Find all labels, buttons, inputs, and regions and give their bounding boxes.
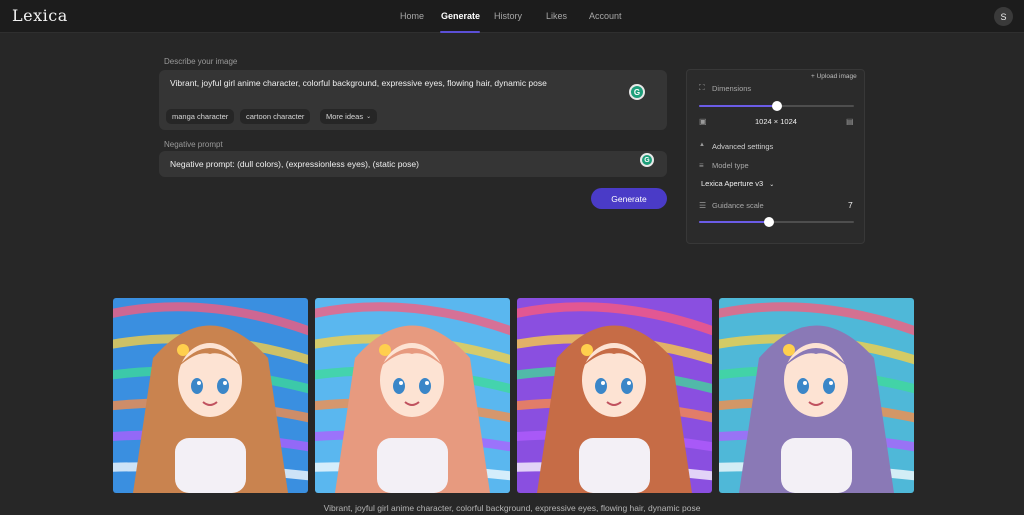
negative-prompt-text[interactable]: Negative prompt: (dull colors), (express… xyxy=(170,159,419,169)
hair-flower xyxy=(379,344,391,356)
hair-flower xyxy=(783,344,795,356)
eye-highlight xyxy=(399,381,403,385)
prompt-text[interactable]: Vibrant, joyful girl anime character, co… xyxy=(170,78,547,88)
eye-highlight xyxy=(601,381,605,385)
result-caption: Vibrant, joyful girl anime character, co… xyxy=(323,503,701,513)
result-image-2[interactable] xyxy=(315,298,510,493)
more-ideas-button[interactable]: More ideas ⌄ xyxy=(320,109,378,124)
eye-highlight xyxy=(223,381,227,385)
advanced-settings-toggle[interactable]: Advanced settings xyxy=(712,142,773,151)
eye-highlight xyxy=(627,381,631,385)
generate-button[interactable]: Generate xyxy=(591,188,667,209)
grammarly-icon[interactable]: G xyxy=(629,84,645,100)
right-eye xyxy=(621,378,633,394)
dimensions-slider-fill xyxy=(699,105,777,107)
nav-likes[interactable]: Likes xyxy=(546,11,567,21)
more-ideas-label: More ideas xyxy=(326,112,364,121)
left-eye xyxy=(595,378,607,394)
result-image-4[interactable] xyxy=(719,298,914,493)
result-image-3[interactable] xyxy=(517,298,712,493)
guidance-scale-value: 7 xyxy=(848,200,853,210)
guidance-scale-label: Guidance scale xyxy=(712,201,764,210)
right-eye xyxy=(217,378,229,394)
avatar[interactable]: S xyxy=(994,7,1013,26)
outfit xyxy=(781,438,852,493)
left-eye xyxy=(191,378,203,394)
left-eye xyxy=(797,378,809,394)
sliders-icon: ☰ xyxy=(699,201,707,210)
grammarly-icon[interactable]: G xyxy=(640,153,654,167)
outfit xyxy=(175,438,246,493)
dimensions-label: Dimensions xyxy=(712,84,752,93)
expand-icon: ⛶ xyxy=(699,83,705,92)
dimensions-slider[interactable] xyxy=(699,101,854,111)
hair-flower xyxy=(581,344,593,356)
eye-highlight xyxy=(425,381,429,385)
guidance-slider-thumb[interactable] xyxy=(763,217,774,227)
negative-prompt-input[interactable]: Negative prompt: (dull colors), (express… xyxy=(159,151,667,177)
eye-highlight xyxy=(197,381,201,385)
top-bar: Lexica Home Generate History Likes Accou… xyxy=(0,0,1024,33)
guidance-slider-fill xyxy=(699,221,769,223)
chevron-down-icon: ⌄ xyxy=(366,114,372,120)
outfit xyxy=(377,438,448,493)
nav-generate[interactable]: Generate xyxy=(441,11,480,21)
nav-history[interactable]: History xyxy=(494,11,522,21)
suggestion-chip-cartoon[interactable]: cartoon character xyxy=(240,109,311,124)
landscape-icon[interactable]: ▣ xyxy=(699,117,707,126)
dimensions-value: 1024 × 1024 xyxy=(755,117,797,126)
left-eye xyxy=(393,378,405,394)
model-select-value: Lexica Aperture v3 xyxy=(701,179,764,188)
suggestion-chip-manga[interactable]: manga character xyxy=(166,109,235,124)
chevron-up-icon[interactable]: ▲ xyxy=(699,142,705,148)
right-eye xyxy=(823,378,835,394)
model-select[interactable]: Lexica Aperture v3 ⌄ xyxy=(701,179,774,188)
eye-highlight xyxy=(829,381,833,385)
upload-image-button[interactable]: + Upload image xyxy=(811,73,857,80)
nav-account[interactable]: Account xyxy=(589,11,622,21)
eye-highlight xyxy=(803,381,807,385)
anime-girl-illustration xyxy=(517,298,712,493)
nav-home[interactable]: Home xyxy=(400,11,424,21)
dimensions-slider-thumb[interactable] xyxy=(771,101,782,111)
main-nav: Home Generate History Likes Account xyxy=(0,0,1024,33)
hair-flower xyxy=(177,344,189,356)
anime-girl-illustration xyxy=(315,298,510,493)
active-tab-indicator xyxy=(440,31,480,33)
prompt-label: Describe your image xyxy=(164,57,238,66)
outfit xyxy=(579,438,650,493)
result-image-1[interactable] xyxy=(113,298,308,493)
guidance-scale-slider[interactable] xyxy=(699,217,854,227)
anime-girl-illustration xyxy=(719,298,914,493)
negative-prompt-label: Negative prompt xyxy=(164,140,223,149)
portrait-icon[interactable]: ▤ xyxy=(846,117,854,126)
prompt-input[interactable]: Vibrant, joyful girl anime character, co… xyxy=(159,70,667,130)
settings-panel: + Upload image ⛶ Dimensions ▣ 1024 × 102… xyxy=(686,69,865,244)
right-eye xyxy=(419,378,431,394)
model-type-label: Model type xyxy=(712,161,749,170)
menu-icon: ≡ xyxy=(699,161,704,170)
anime-girl-illustration xyxy=(113,298,308,493)
chevron-down-icon: ⌄ xyxy=(769,182,775,188)
